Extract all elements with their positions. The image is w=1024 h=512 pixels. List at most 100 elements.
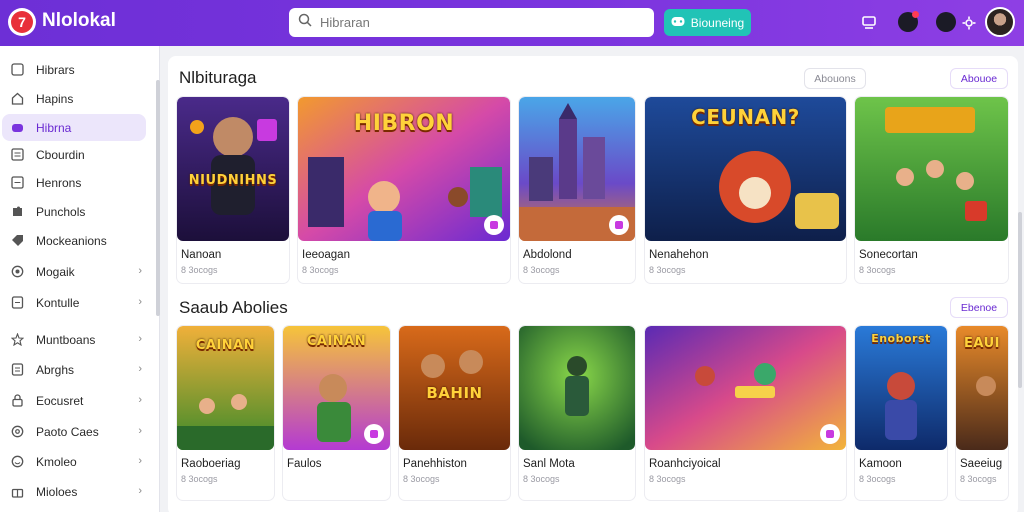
sidebar-item-5[interactable]: Punchols: [2, 198, 146, 225]
search-box[interactable]: [289, 8, 654, 37]
chevron-right-icon: ›: [138, 425, 142, 437]
game-badge-icon: [484, 215, 504, 235]
filter-button[interactable]: Abouons: [804, 68, 866, 89]
game-art-title: BAHIN: [426, 384, 483, 402]
list-icon: [10, 148, 24, 162]
game-badge-icon: [609, 215, 629, 235]
see-more-button[interactable]: Ebenoe: [950, 297, 1008, 318]
game-card[interactable]: Sanl Mota 8 3ocogs: [519, 326, 635, 500]
sidebar-item-8[interactable]: Kontulle ›: [2, 289, 146, 316]
sidebar-item-10[interactable]: Abrghs ›: [2, 356, 146, 383]
sidebar-item-label: Eocusret: [36, 393, 84, 408]
tag-icon: [10, 234, 24, 248]
sidebar-item-1[interactable]: Hapins: [2, 85, 146, 112]
game-card[interactable]: Sonecortan 8 3ocogs: [855, 97, 1008, 283]
sidebar-item-label: Mioloes: [36, 484, 78, 499]
chevron-right-icon: ›: [138, 394, 142, 406]
game-thumbnail: EAUI: [956, 326, 1008, 450]
sidebar-item-2[interactable]: Hibrna: [2, 114, 146, 141]
game-card[interactable]: EAUI Saeeiug 8 3ocogs: [956, 326, 1008, 500]
play-button[interactable]: Biouneing: [664, 9, 751, 36]
list-icon: [10, 176, 24, 190]
sidebar: Hibrars Hapins Hibrna Cbourdin Henrons P…: [0, 46, 160, 512]
game-card[interactable]: Abdolond 8 3ocogs: [519, 97, 635, 283]
search-input[interactable]: [320, 15, 640, 30]
circle-icon: [10, 265, 24, 279]
square-icon: [10, 63, 24, 77]
game-name: Abdolond: [523, 249, 572, 261]
sidebar-item-label: Muntboans: [36, 332, 96, 347]
sidebar-item-label: Cbourdin: [36, 147, 85, 162]
sidebar-item-7[interactable]: Mogaik ›: [2, 258, 146, 285]
game-card[interactable]: CAINAN Faulos: [283, 326, 390, 500]
game-art-title: CAINAN: [195, 338, 256, 353]
smile-icon: [10, 455, 24, 469]
game-meta: 8 3ocogs: [523, 265, 560, 275]
game-thumbnail: [519, 326, 635, 450]
sidebar-item-9[interactable]: Muntboans ›: [2, 326, 146, 353]
sidebar-item-label: Hibrna: [36, 120, 72, 135]
app-title[interactable]: Nlolokal: [42, 10, 116, 32]
sidebar-item-label: Mogaik: [36, 264, 75, 279]
sidebar-item-4[interactable]: Henrons: [2, 169, 146, 196]
game-name: Raoboeriag: [181, 458, 241, 470]
screen-icon[interactable]: [858, 12, 880, 34]
game-badge-icon: [820, 424, 840, 444]
game-name: Panehhiston: [403, 458, 467, 470]
sidebar-scrollbar[interactable]: [156, 80, 160, 316]
sidebar-item-13[interactable]: Kmoleo ›: [2, 448, 146, 475]
logo-icon[interactable]: 7: [8, 8, 36, 36]
chevron-right-icon: ›: [138, 296, 142, 308]
settings-icon[interactable]: [958, 12, 980, 34]
sidebar-item-11[interactable]: Eocusret ›: [2, 387, 146, 414]
game-thumbnail: CAINAN: [177, 326, 274, 450]
notification-avatar[interactable]: [898, 11, 919, 32]
game-meta: 8 3ocogs: [302, 265, 339, 275]
friend-avatar[interactable]: [936, 12, 956, 32]
game-name: Sonecortan: [859, 249, 918, 261]
game-name: Faulos: [287, 458, 322, 470]
game-meta: 8 3ocogs: [649, 474, 686, 484]
game-name: Ieeoagan: [302, 249, 350, 261]
sidebar-item-3[interactable]: Cbourdin: [2, 141, 146, 168]
game-thumbnail: CAINAN: [283, 326, 390, 450]
chevron-right-icon: ›: [138, 265, 142, 277]
user-avatar[interactable]: [985, 7, 1015, 37]
game-card[interactable]: Roanhciyoical 8 3ocogs: [645, 326, 846, 500]
game-meta: 8 3ocogs: [523, 474, 560, 484]
chevron-right-icon: ›: [138, 485, 142, 497]
sidebar-item-12[interactable]: Paoto Caes ›: [2, 418, 146, 445]
game-card[interactable]: CAINAN Raoboeriag 8 3ocogs: [177, 326, 274, 500]
sidebar-item-14[interactable]: Mioloes ›: [2, 478, 146, 505]
search-icon: [10, 425, 24, 439]
game-art-title: Enoborst: [871, 332, 931, 345]
sidebar-item-label: Mockeanions: [36, 233, 107, 248]
play-button-label: Biouneing: [690, 15, 745, 30]
game-badge-icon: [364, 424, 384, 444]
controller-icon: [10, 121, 24, 135]
doc-icon: [10, 363, 24, 377]
main-scrollbar[interactable]: [1018, 212, 1022, 388]
section-title: Nlbituraga: [179, 68, 257, 87]
game-card[interactable]: CEUNAN? Nenahehon 8 3ocogs: [645, 97, 846, 283]
game-art-title: NIUDNIHNS: [188, 173, 278, 188]
sidebar-item-label: Kontulle: [36, 295, 80, 310]
game-card[interactable]: BAHIN Panehhiston 8 3ocogs: [399, 326, 510, 500]
star-icon: [10, 333, 24, 347]
game-meta: 8 3ocogs: [859, 474, 896, 484]
game-card[interactable]: NIUDNIHNS Nanoan 8 3ocogs: [177, 97, 289, 283]
sidebar-item-0[interactable]: Hibrars: [2, 56, 146, 83]
lock-icon: [10, 394, 24, 408]
home-icon: [10, 92, 24, 106]
gift-icon: [10, 485, 24, 499]
game-card[interactable]: Enoborst Kamoon 8 3ocogs: [855, 326, 947, 500]
game-name: Roanhciyoical: [649, 458, 721, 470]
chevron-right-icon: ›: [138, 455, 142, 467]
game-meta: 8 3ocogs: [403, 474, 440, 484]
sidebar-item-6[interactable]: Mockeanions: [2, 227, 146, 254]
game-thumbnail: CEUNAN?: [645, 97, 846, 241]
game-thumbnail: [855, 97, 1008, 241]
see-more-button[interactable]: Abouoe: [950, 68, 1008, 89]
game-card[interactable]: HIBRON Ieeoagan 8 3ocogs: [298, 97, 510, 283]
game-name: Sanl Mota: [523, 458, 575, 470]
